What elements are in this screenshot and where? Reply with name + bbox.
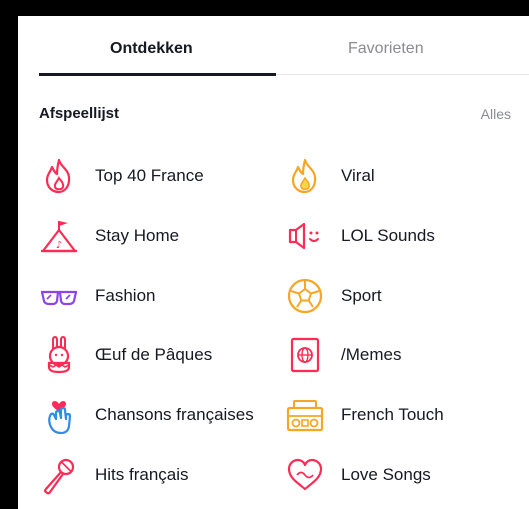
playlist-item-lol-sounds[interactable]: LOL Sounds [285, 214, 435, 258]
sunglasses-icon [39, 276, 79, 316]
playlist-label: Stay Home [95, 226, 180, 245]
playlist-label: Chansons françaises [95, 405, 254, 424]
heart-icon [285, 455, 325, 495]
soccer-ball-icon [285, 276, 325, 316]
flame-icon [39, 156, 79, 196]
heart-hand-icon [39, 395, 79, 435]
playlist-label: /Memes [341, 345, 402, 364]
playlist-label: Œuf de Pâques [95, 345, 213, 364]
tent-icon: ♪ [39, 216, 79, 256]
discover-panel: Ontdekken Favorieten Afspeellijst Alles … [18, 16, 529, 509]
section-title: Afspeellijst [39, 105, 120, 122]
playlist-item-oeuf-de-paques[interactable]: Œuf de Pâques [39, 333, 212, 377]
active-tab-indicator [39, 73, 276, 76]
playlist-item-hits-francais[interactable]: Hits français [39, 453, 189, 497]
playlist-label: Sport [341, 286, 382, 305]
playlist-label: Viral [341, 166, 375, 185]
radio-icon [285, 395, 325, 435]
microphone-icon [39, 455, 79, 495]
playlist-item-stay-home[interactable]: ♪ Stay Home [39, 214, 179, 258]
playlist-item-viral[interactable]: Viral [285, 154, 375, 198]
tab-ontdekken[interactable]: Ontdekken [110, 40, 193, 58]
globe-card-icon [285, 335, 325, 375]
playlist-item-memes[interactable]: /Memes [285, 333, 401, 377]
svg-text:♪: ♪ [56, 240, 62, 251]
tab-bar: Ontdekken Favorieten [18, 16, 529, 78]
playlist-item-fashion[interactable]: Fashion [39, 274, 155, 318]
playlist-item-love-songs[interactable]: Love Songs [285, 453, 431, 497]
tab-favorieten[interactable]: Favorieten [348, 40, 424, 58]
playlist-item-chansons-francaises[interactable]: Chansons françaises [39, 393, 254, 437]
viral-flame-icon [285, 156, 325, 196]
playlist-label: Love Songs [341, 465, 431, 484]
playlist-label: French Touch [341, 405, 444, 424]
speaker-smile-icon [285, 216, 325, 256]
playlist-item-sport[interactable]: Sport [285, 274, 382, 318]
playlist-label: Hits français [95, 465, 189, 484]
playlist-label: LOL Sounds [341, 226, 435, 245]
see-all-link[interactable]: Alles [481, 106, 511, 122]
easter-bunny-icon [39, 335, 79, 375]
playlist-label: Top 40 France [95, 166, 204, 185]
playlist-label: Fashion [95, 286, 156, 305]
playlist-item-top40[interactable]: Top 40 France [39, 154, 204, 198]
playlist-item-french-touch[interactable]: French Touch [285, 393, 444, 437]
